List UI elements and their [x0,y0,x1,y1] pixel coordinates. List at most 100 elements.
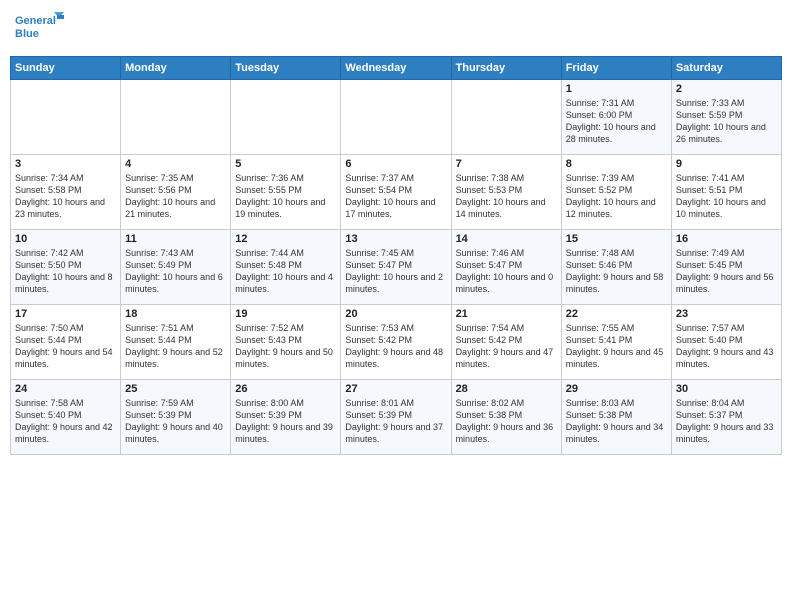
day-info: Sunrise: 7:36 AM Sunset: 5:55 PM Dayligh… [235,172,336,221]
day-info: Sunrise: 7:49 AM Sunset: 5:45 PM Dayligh… [676,247,777,296]
calendar-cell [341,80,451,155]
day-number: 2 [676,83,777,95]
day-info: Sunrise: 7:51 AM Sunset: 5:44 PM Dayligh… [125,322,226,371]
calendar-cell: 27 Sunrise: 8:01 AM Sunset: 5:39 PM Dayli… [341,380,451,455]
day-number: 14 [456,233,557,245]
calendar-cell: 16 Sunrise: 7:49 AM Sunset: 5:45 PM Dayli… [671,230,781,305]
day-info: Sunrise: 7:53 AM Sunset: 5:42 PM Dayligh… [345,322,446,371]
calendar-cell: 21Sunrise: 7:54 AM Sunset: 5:42 PM Dayli… [451,305,561,380]
day-number: 10 [15,233,116,245]
day-info: Sunrise: 7:42 AM Sunset: 5:50 PM Dayligh… [15,247,116,296]
calendar-cell: 12 Sunrise: 7:44 AM Sunset: 5:48 PM Dayli… [231,230,341,305]
day-info: Sunrise: 7:57 AM Sunset: 5:40 PM Dayligh… [676,322,777,371]
day-number: 7 [456,158,557,170]
day-number: 13 [345,233,446,245]
weekday-header: Friday [561,57,671,80]
day-number: 27 [345,383,446,395]
day-info: Sunrise: 8:01 AM Sunset: 5:39 PM Dayligh… [345,397,446,446]
calendar-cell: 18 Sunrise: 7:51 AM Sunset: 5:44 PM Dayli… [121,305,231,380]
day-info: Sunrise: 8:00 AM Sunset: 5:39 PM Dayligh… [235,397,336,446]
day-number: 8 [566,158,667,170]
calendar-cell: 30 Sunrise: 8:04 AM Sunset: 5:37 PM Dayli… [671,380,781,455]
day-info: Sunrise: 7:33 AM Sunset: 5:59 PM Dayligh… [676,97,777,146]
day-info: Sunrise: 7:46 AM Sunset: 5:47 PM Dayligh… [456,247,557,296]
calendar-cell: 15 Sunrise: 7:48 AM Sunset: 5:46 PM Dayli… [561,230,671,305]
calendar-cell: 20 Sunrise: 7:53 AM Sunset: 5:42 PM Dayli… [341,305,451,380]
calendar-header: SundayMondayTuesdayWednesdayThursdayFrid… [11,57,782,80]
calendar-cell: 6 Sunrise: 7:37 AM Sunset: 5:54 PM Daylig… [341,155,451,230]
calendar-cell: 1Sunrise: 7:31 AM Sunset: 6:00 PM Daylig… [561,80,671,155]
calendar-cell: 5Sunrise: 7:36 AM Sunset: 5:55 PM Daylig… [231,155,341,230]
calendar-cell: 17 Sunrise: 7:50 AM Sunset: 5:44 PM Dayli… [11,305,121,380]
calendar-cell: 29 Sunrise: 8:03 AM Sunset: 5:38 PM Dayli… [561,380,671,455]
day-info: Sunrise: 8:04 AM Sunset: 5:37 PM Dayligh… [676,397,777,446]
day-number: 6 [345,158,446,170]
day-number: 23 [676,308,777,320]
day-info: Sunrise: 7:37 AM Sunset: 5:54 PM Dayligh… [345,172,446,221]
day-info: Sunrise: 8:03 AM Sunset: 5:38 PM Dayligh… [566,397,667,446]
day-number: 25 [125,383,226,395]
day-info: Sunrise: 7:34 AM Sunset: 5:58 PM Dayligh… [15,172,116,221]
page-header: General Blue [10,10,782,48]
weekday-header: Tuesday [231,57,341,80]
calendar-cell: 3Sunrise: 7:34 AM Sunset: 5:58 PM Daylig… [11,155,121,230]
day-info: Sunrise: 7:41 AM Sunset: 5:51 PM Dayligh… [676,172,777,221]
day-number: 21 [456,308,557,320]
calendar-cell: 8 Sunrise: 7:39 AM Sunset: 5:52 PM Daylig… [561,155,671,230]
calendar-cell: 7 Sunrise: 7:38 AM Sunset: 5:53 PM Daylig… [451,155,561,230]
day-number: 29 [566,383,667,395]
day-info: Sunrise: 7:38 AM Sunset: 5:53 PM Dayligh… [456,172,557,221]
day-number: 9 [676,158,777,170]
logo: General Blue [14,10,64,48]
day-info: Sunrise: 7:44 AM Sunset: 5:48 PM Dayligh… [235,247,336,296]
calendar-cell: 23 Sunrise: 7:57 AM Sunset: 5:40 PM Dayli… [671,305,781,380]
day-number: 28 [456,383,557,395]
calendar-cell [121,80,231,155]
day-number: 11 [125,233,226,245]
calendar-cell: 11 Sunrise: 7:43 AM Sunset: 5:49 PM Dayli… [121,230,231,305]
day-number: 19 [235,308,336,320]
calendar-cell: 28 Sunrise: 8:02 AM Sunset: 5:38 PM Dayli… [451,380,561,455]
day-info: Sunrise: 7:59 AM Sunset: 5:39 PM Dayligh… [125,397,226,446]
day-info: Sunrise: 7:45 AM Sunset: 5:47 PM Dayligh… [345,247,446,296]
weekday-header: Sunday [11,57,121,80]
calendar-cell: 24 Sunrise: 7:58 AM Sunset: 5:40 PM Dayli… [11,380,121,455]
weekday-header: Saturday [671,57,781,80]
calendar-cell: 13 Sunrise: 7:45 AM Sunset: 5:47 PM Dayli… [341,230,451,305]
svg-text:General: General [15,15,56,27]
calendar-cell: 10 Sunrise: 7:42 AM Sunset: 5:50 PM Dayli… [11,230,121,305]
day-info: Sunrise: 7:55 AM Sunset: 5:41 PM Dayligh… [566,322,667,371]
day-number: 12 [235,233,336,245]
calendar-cell: 22 Sunrise: 7:55 AM Sunset: 5:41 PM Dayli… [561,305,671,380]
day-info: Sunrise: 7:48 AM Sunset: 5:46 PM Dayligh… [566,247,667,296]
weekday-header: Wednesday [341,57,451,80]
day-number: 22 [566,308,667,320]
day-number: 17 [15,308,116,320]
day-number: 1 [566,83,667,95]
day-info: Sunrise: 7:50 AM Sunset: 5:44 PM Dayligh… [15,322,116,371]
day-number: 20 [345,308,446,320]
svg-text:Blue: Blue [15,28,39,40]
calendar-cell: 9 Sunrise: 7:41 AM Sunset: 5:51 PM Daylig… [671,155,781,230]
day-number: 30 [676,383,777,395]
calendar-cell: 25 Sunrise: 7:59 AM Sunset: 5:39 PM Dayli… [121,380,231,455]
day-info: Sunrise: 7:52 AM Sunset: 5:43 PM Dayligh… [235,322,336,371]
day-number: 15 [566,233,667,245]
calendar-cell [11,80,121,155]
day-info: Sunrise: 8:02 AM Sunset: 5:38 PM Dayligh… [456,397,557,446]
day-info: Sunrise: 7:58 AM Sunset: 5:40 PM Dayligh… [15,397,116,446]
calendar-cell: 26 Sunrise: 8:00 AM Sunset: 5:39 PM Dayli… [231,380,341,455]
day-number: 26 [235,383,336,395]
day-number: 24 [15,383,116,395]
day-info: Sunrise: 7:39 AM Sunset: 5:52 PM Dayligh… [566,172,667,221]
day-number: 16 [676,233,777,245]
weekday-header: Monday [121,57,231,80]
logo-svg: General Blue [14,10,64,48]
calendar-cell: 19 Sunrise: 7:52 AM Sunset: 5:43 PM Dayli… [231,305,341,380]
day-info: Sunrise: 7:43 AM Sunset: 5:49 PM Dayligh… [125,247,226,296]
day-number: 18 [125,308,226,320]
day-number: 4 [125,158,226,170]
calendar-cell [231,80,341,155]
calendar-cell: 4Sunrise: 7:35 AM Sunset: 5:56 PM Daylig… [121,155,231,230]
calendar-cell [451,80,561,155]
